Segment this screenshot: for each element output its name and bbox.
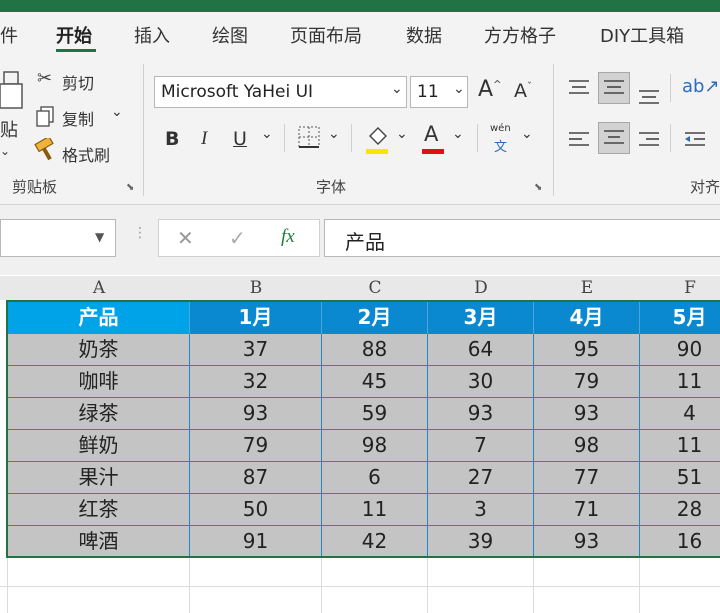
clipboard-group-label: 剪贴板 <box>12 178 58 196</box>
column-header-e[interactable]: E <box>534 278 640 298</box>
font-name-value: Microsoft YaHei UI <box>161 82 314 102</box>
tab-draw[interactable]: 绘图 <box>212 22 248 48</box>
title-bar <box>0 0 720 12</box>
tab-home[interactable]: 开始 <box>56 22 92 48</box>
copy-icon <box>36 106 54 127</box>
bottom-align-icon[interactable] <box>638 86 660 110</box>
italic-button[interactable]: I <box>201 128 207 150</box>
formula-buttons: ✕ ✓ fx <box>158 219 320 257</box>
chevron-down-icon[interactable]: ⌄ <box>111 104 123 120</box>
font-size-value: 11 <box>417 82 439 102</box>
align-center-icon <box>604 130 624 144</box>
tab-data[interactable]: 数据 <box>406 22 442 48</box>
tab-fangfang[interactable]: 方方格子 <box>484 22 556 48</box>
column-header-f[interactable]: F <box>640 278 720 298</box>
active-tab-indicator <box>56 49 96 52</box>
paste-button[interactable] <box>0 70 24 110</box>
gridline <box>0 586 720 587</box>
top-align-icon[interactable] <box>568 78 590 102</box>
formula-input[interactable]: 产品 <box>324 219 720 257</box>
gridline <box>321 558 322 613</box>
enter-icon[interactable]: ✓ <box>229 226 246 250</box>
shrink-font-glyph: A <box>514 80 527 102</box>
align-right-icon[interactable] <box>638 130 660 154</box>
cut-button[interactable]: 剪切 <box>62 70 94 94</box>
dialog-launcher-icon[interactable]: ⬊ <box>534 182 542 193</box>
chevron-down-icon[interactable]: ⌄ <box>261 126 273 142</box>
tab-diy-toolbox[interactable]: DIY工具箱 <box>600 22 684 48</box>
paste-icon <box>0 71 23 109</box>
bold-button[interactable]: B <box>165 128 179 150</box>
column-header-c[interactable]: C <box>322 278 428 298</box>
formula-bar: ▼ ⋮ ✕ ✓ fx 产品 <box>0 205 720 275</box>
tab-insert[interactable]: 插入 <box>134 22 170 48</box>
group-divider <box>143 64 144 196</box>
insert-function-button[interactable]: fx <box>281 226 295 248</box>
shrink-font-button[interactable]: Aˇ <box>514 80 532 102</box>
phonetic-guide-button[interactable]: 文 <box>494 136 507 155</box>
copy-button[interactable]: 复制 <box>62 106 94 130</box>
chevron-down-icon[interactable]: ⌄ <box>0 144 10 158</box>
chevron-down-icon[interactable]: ⌄ <box>328 126 340 142</box>
divider <box>351 124 352 152</box>
format-painter-button[interactable]: 格式刷 <box>62 142 110 166</box>
fill-color-bar <box>366 149 388 154</box>
worksheet-grid[interactable]: 产品 1月 2月 3月 4月 5月 奶茶 37 88 64 95 90 咖啡 32 45 30 79 11 绿茶 93… <box>0 300 720 613</box>
divider <box>670 74 671 102</box>
tab-file[interactable]: 件 <box>0 22 18 48</box>
chevron-down-icon[interactable]: ⌄ <box>452 126 464 142</box>
border-icon[interactable] <box>298 126 320 152</box>
orientation-icon[interactable]: ab↗ <box>682 76 720 97</box>
name-box[interactable]: ▼ <box>0 219 116 257</box>
more-options-icon[interactable]: ⋮ <box>133 225 147 241</box>
formula-content: 产品 <box>345 230 385 254</box>
align-left-icon[interactable] <box>568 130 590 154</box>
decrease-indent-icon[interactable] <box>684 130 706 154</box>
paste-label: 贴 <box>0 120 18 141</box>
selection-outline <box>6 300 720 558</box>
font-color-button[interactable]: A <box>424 122 438 146</box>
font-color-bar <box>422 149 444 154</box>
middle-align-icon <box>604 80 624 94</box>
format-painter-icon <box>34 135 60 166</box>
tab-page-layout[interactable]: 页面布局 <box>290 22 362 48</box>
divider <box>284 124 285 152</box>
cancel-icon[interactable]: ✕ <box>177 226 194 250</box>
divider <box>477 124 478 152</box>
align-center-button[interactable] <box>598 122 630 154</box>
chevron-down-icon[interactable]: ⌄ <box>396 126 408 142</box>
underline-button[interactable]: U <box>233 128 247 150</box>
font-group-label: 字体 <box>316 178 347 196</box>
group-divider <box>553 64 554 196</box>
chevron-down-icon: ⌄ <box>391 81 403 97</box>
grow-font-button[interactable]: A^ <box>478 77 501 102</box>
gridline <box>533 558 534 613</box>
gridline <box>427 558 428 613</box>
alignment-group-label: 对齐 <box>690 178 720 196</box>
scissors-icon: ✂ <box>37 68 53 89</box>
chevron-down-icon: ⌄ <box>453 81 465 97</box>
gridline <box>639 558 640 613</box>
gridline <box>189 558 190 613</box>
font-size-select[interactable]: 11 ⌄ <box>410 76 468 108</box>
ribbon: 贴 ⌄ ✂ 剪切 复制 ⌄ 格式刷 剪贴板 ⬊ Microsoft YaHei … <box>0 58 720 205</box>
column-header-a[interactable]: A <box>8 278 190 298</box>
column-header-b[interactable]: B <box>190 278 322 298</box>
column-header-d[interactable]: D <box>428 278 534 298</box>
grow-font-glyph: A <box>478 77 494 102</box>
ribbon-tabs: 件 开始 插入 绘图 页面布局 数据 方方格子 DIY工具箱 <box>0 12 720 58</box>
font-name-select[interactable]: Microsoft YaHei UI ⌄ <box>154 76 407 108</box>
middle-align-button[interactable] <box>598 72 630 104</box>
phonetic-top: wén <box>490 123 511 134</box>
column-headers: A B C D E F <box>0 276 720 301</box>
chevron-down-icon: ▼ <box>95 230 105 244</box>
divider <box>670 124 671 152</box>
dialog-launcher-icon[interactable]: ⬊ <box>126 182 134 193</box>
chevron-down-icon[interactable]: ⌄ <box>521 126 533 142</box>
